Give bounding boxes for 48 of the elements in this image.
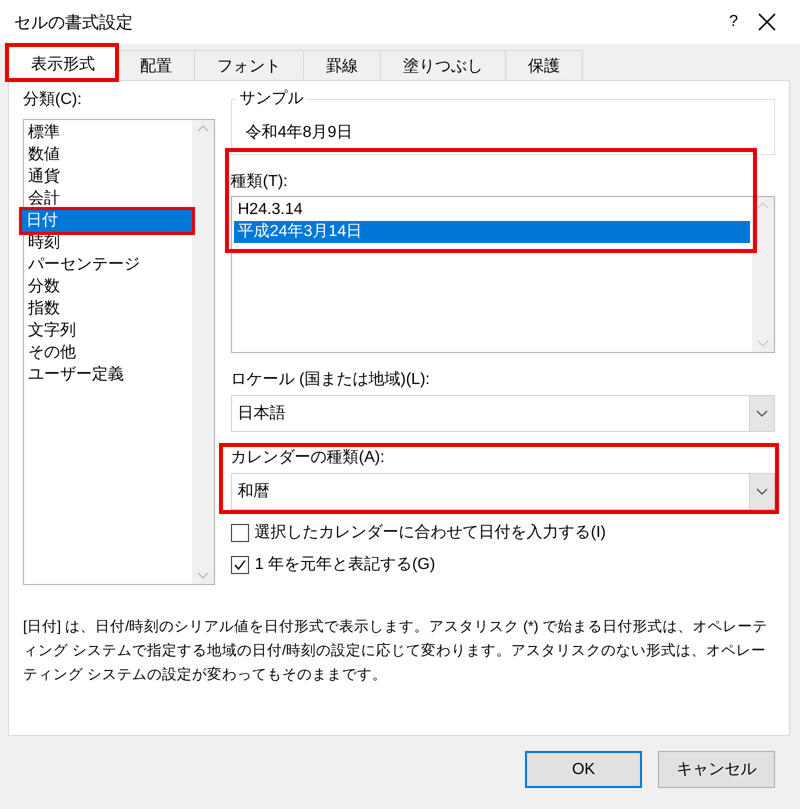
- category-item[interactable]: 標準: [24, 122, 192, 144]
- scroll-up-icon[interactable]: [757, 201, 769, 209]
- scroll-up-icon[interactable]: [196, 124, 209, 132]
- calendar-dropdown[interactable]: 和暦: [230, 473, 775, 510]
- category-item[interactable]: 日付: [22, 210, 192, 232]
- checkbox-label: 1 年を元年と表記する(G): [254, 554, 436, 575]
- type-item[interactable]: 平成24年3月14日: [234, 221, 750, 243]
- description-text: [日付] は、日付/時刻のシリアル値を日付形式で表示します。アスタリスク (*) で始まる日付形式は、オペレーティング システムで指定する地域の日付/時刻の設定に応じて変わります。アスタリスクのない形式は、オペレーティング システムの設定が変わってもそのままです。: [23, 618, 768, 685]
- checkbox-label: 選択したカレンダーに合わせて日付を入力する(I): [254, 522, 606, 543]
- category-item[interactable]: パーセンテージ: [24, 254, 192, 276]
- sample-value: 令和4年8月9日: [246, 122, 354, 143]
- scrollbar[interactable]: [752, 197, 774, 352]
- chevron-down-icon: [756, 410, 768, 418]
- tab[interactable]: 保護: [506, 50, 583, 82]
- scroll-down-icon[interactable]: [196, 572, 209, 580]
- scrollbar[interactable]: [192, 120, 214, 584]
- type-list[interactable]: H24.3.14 平成24年3月14日: [230, 196, 775, 353]
- locale-label: ロケール (国または地域)(L):: [230, 370, 431, 390]
- category-item[interactable]: 通貨: [24, 166, 192, 188]
- cancel-button[interactable]: キャンセル: [658, 751, 775, 788]
- tab[interactable]: 配置: [118, 50, 195, 82]
- category-item[interactable]: 文字列: [24, 320, 192, 342]
- close-icon[interactable]: [758, 13, 776, 31]
- type-item[interactable]: H24.3.14: [234, 199, 750, 221]
- locale-value: 日本語: [236, 404, 287, 424]
- ok-button[interactable]: OK: [525, 751, 642, 788]
- tab[interactable]: 表示形式: [8, 46, 118, 82]
- category-item[interactable]: 分数: [24, 276, 192, 298]
- tab[interactable]: 塗りつぶし: [381, 50, 506, 82]
- locale-dropdown[interactable]: 日本語: [230, 395, 775, 432]
- checkbox[interactable]: [230, 524, 249, 542]
- chevron-down-icon: [756, 488, 768, 496]
- category-item[interactable]: 会計: [24, 188, 192, 210]
- category-item[interactable]: その他: [24, 342, 192, 364]
- tab[interactable]: フォント: [195, 50, 304, 82]
- category-item[interactable]: 指数: [24, 298, 192, 320]
- tab[interactable]: 罫線: [304, 50, 381, 82]
- category-item[interactable]: 時刻: [24, 232, 192, 254]
- scroll-down-icon[interactable]: [757, 340, 769, 348]
- category-item[interactable]: 数値: [24, 144, 192, 166]
- calendar-label: カレンダーの種類(A):: [230, 448, 386, 468]
- category-label: 分類(C):: [23, 90, 83, 110]
- type-label: 種類(T):: [230, 172, 289, 192]
- calendar-value: 和暦: [236, 482, 271, 502]
- category-item[interactable]: ユーザー定義: [24, 364, 192, 386]
- checkbox[interactable]: [230, 556, 249, 574]
- window-title: セルの書式設定: [14, 12, 134, 34]
- help-button[interactable]: ?: [729, 13, 738, 31]
